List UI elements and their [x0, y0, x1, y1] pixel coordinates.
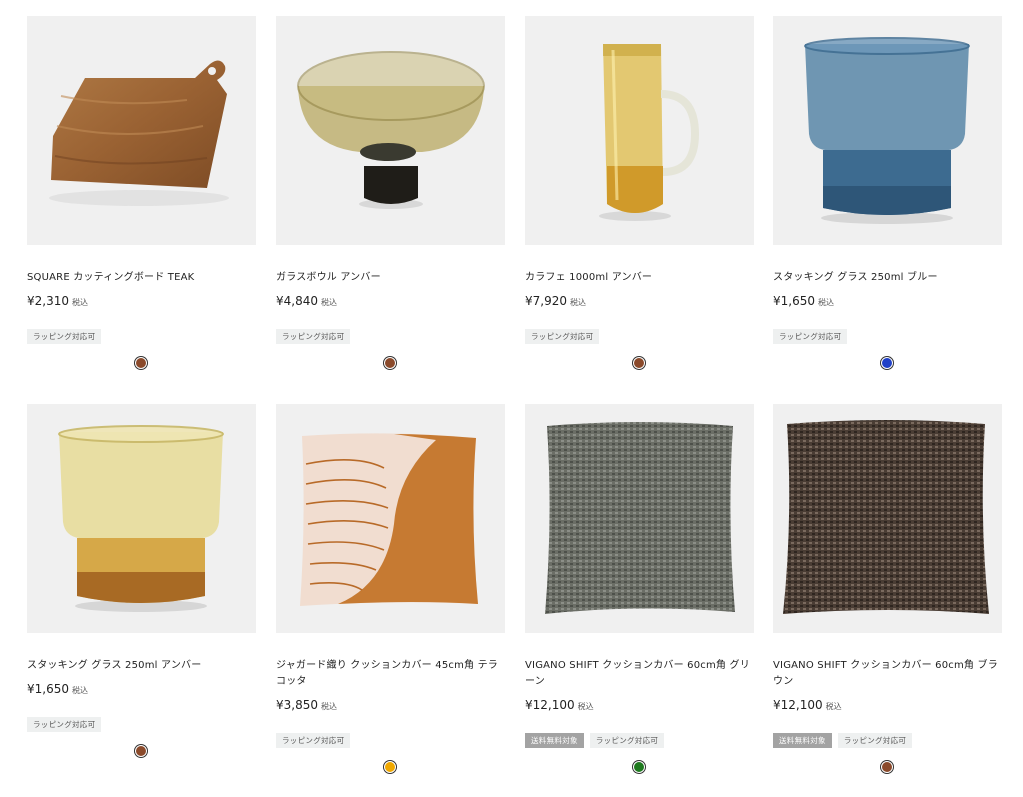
glass-bowl-image [297, 51, 485, 209]
product-card[interactable]: カラフェ 1000ml アンバー ¥7,920 税込 ラッピング対応可 [525, 16, 754, 371]
product-image[interactable] [27, 16, 256, 245]
color-swatch-green[interactable] [633, 761, 645, 773]
product-card[interactable]: SQUARE カッティングボード TEAK ¥2,310 税込 ラッピング対応可 [27, 16, 256, 371]
wrapping-badge: ラッピング対応可 [276, 329, 351, 344]
price: ¥1,650 税込 [773, 293, 1002, 311]
product-name[interactable]: VIGANO SHIFT クッションカバー 60cm角 グリーン [525, 658, 754, 690]
color-swatches [27, 357, 256, 371]
tax-label: 税込 [321, 702, 337, 711]
wrapping-badge: ラッピング対応可 [276, 733, 351, 748]
product-card[interactable]: VIGANO SHIFT クッションカバー 60cm角 グリーン ¥12,100… [525, 404, 754, 775]
product-image[interactable] [276, 16, 505, 245]
badge-row: ラッピング対応可 [276, 329, 505, 344]
price: ¥12,100 税込 [773, 697, 1002, 715]
badge-row: 送料無料対象 ラッピング対応可 [773, 733, 1002, 748]
product-name[interactable]: VIGANO SHIFT クッションカバー 60cm角 ブラウン [773, 658, 1002, 690]
price-value: ¥1,650 [27, 682, 69, 696]
price: ¥1,650 税込 [27, 681, 256, 699]
color-swatch-brown[interactable] [384, 357, 396, 369]
product-card[interactable]: ガラスボウル アンバー ¥4,840 税込 ラッピング対応可 [276, 16, 505, 371]
wrapping-badge: ラッピング対応可 [27, 717, 102, 732]
badge-row: ラッピング対応可 [27, 717, 256, 732]
product-card[interactable]: ジャガード織り クッションカバー 45cm角 テラコッタ ¥3,850 税込 ラッ… [276, 404, 505, 775]
color-swatches [525, 761, 754, 775]
price: ¥7,920 税込 [525, 293, 754, 311]
badge-row: ラッピング対応可 [773, 329, 1002, 344]
product-card[interactable]: VIGANO SHIFT クッションカバー 60cm角 ブラウン ¥12,100… [773, 404, 1002, 775]
price: ¥3,850 税込 [276, 697, 505, 715]
badge-row: 送料無料対象 ラッピング対応可 [525, 733, 754, 748]
price-value: ¥7,920 [525, 294, 567, 308]
tax-label: 税込 [570, 298, 586, 307]
product-name[interactable]: スタッキング グラス 250ml ブルー [773, 270, 1002, 286]
product-card[interactable]: スタッキング グラス 250ml アンバー ¥1,650 税込 ラッピング対応可 [27, 404, 256, 759]
product-image[interactable] [27, 404, 256, 633]
wrapping-badge: ラッピング対応可 [589, 733, 665, 748]
color-swatch-blue[interactable] [881, 357, 893, 369]
price-value: ¥12,100 [525, 698, 575, 712]
stacking-glass-blue-image [804, 37, 970, 224]
tax-label: 税込 [72, 298, 88, 307]
stacking-glass-amber-image [58, 425, 224, 612]
cushion-green-image [545, 422, 735, 614]
product-image[interactable] [773, 404, 1002, 633]
price-value: ¥1,650 [773, 294, 815, 308]
cushion-terracotta-image [300, 433, 478, 606]
color-swatches [276, 357, 505, 371]
wrapping-badge: ラッピング対応可 [837, 733, 913, 748]
color-swatch-orange[interactable] [384, 761, 396, 773]
product-image[interactable] [525, 16, 754, 245]
product-name[interactable]: ガラスボウル アンバー [276, 270, 505, 286]
free-shipping-badge: 送料無料対象 [525, 733, 584, 748]
product-image[interactable] [773, 16, 1002, 245]
carafe-image [599, 44, 700, 221]
product-grid: SQUARE カッティングボード TEAK ¥2,310 税込 ラッピング対応可 … [0, 0, 1023, 797]
color-swatches [276, 761, 505, 775]
badge-row: ラッピング対応可 [525, 329, 754, 344]
price-value: ¥4,840 [276, 294, 318, 308]
color-swatch-brown[interactable] [135, 357, 147, 369]
color-swatch-brown[interactable] [881, 761, 893, 773]
color-swatch-brown[interactable] [633, 357, 645, 369]
product-name[interactable]: SQUARE カッティングボード TEAK [27, 270, 256, 286]
price-value: ¥12,100 [773, 698, 823, 712]
color-swatches [773, 357, 1002, 371]
tax-label: 税込 [818, 298, 834, 307]
price-value: ¥2,310 [27, 294, 69, 308]
price-value: ¥3,850 [276, 698, 318, 712]
color-swatches [773, 761, 1002, 775]
product-image[interactable] [276, 404, 505, 633]
tax-label: 税込 [321, 298, 337, 307]
free-shipping-badge: 送料無料対象 [773, 733, 832, 748]
color-swatches [27, 745, 256, 759]
product-name[interactable]: スタッキング グラス 250ml アンバー [27, 658, 256, 674]
color-swatch-brown[interactable] [135, 745, 147, 757]
product-name[interactable]: カラフェ 1000ml アンバー [525, 270, 754, 286]
price: ¥2,310 税込 [27, 293, 256, 311]
price: ¥12,100 税込 [525, 697, 754, 715]
tax-label: 税込 [825, 702, 842, 711]
badge-row: ラッピング対応可 [27, 329, 256, 344]
tax-label: 税込 [72, 686, 88, 695]
product-name[interactable]: ジャガード織り クッションカバー 45cm角 テラコッタ [276, 658, 505, 690]
wrapping-badge: ラッピング対応可 [525, 329, 600, 344]
wrapping-badge: ラッピング対応可 [27, 329, 102, 344]
product-card[interactable]: スタッキング グラス 250ml ブルー ¥1,650 税込 ラッピング対応可 [773, 16, 1002, 371]
tax-label: 税込 [577, 702, 594, 711]
color-swatches [525, 357, 754, 371]
price: ¥4,840 税込 [276, 293, 505, 311]
wrapping-badge: ラッピング対応可 [773, 329, 848, 344]
cushion-brown-image [783, 420, 989, 614]
badge-row: ラッピング対応可 [276, 733, 505, 748]
product-image[interactable] [525, 404, 754, 633]
cutting-board-image [49, 60, 229, 206]
